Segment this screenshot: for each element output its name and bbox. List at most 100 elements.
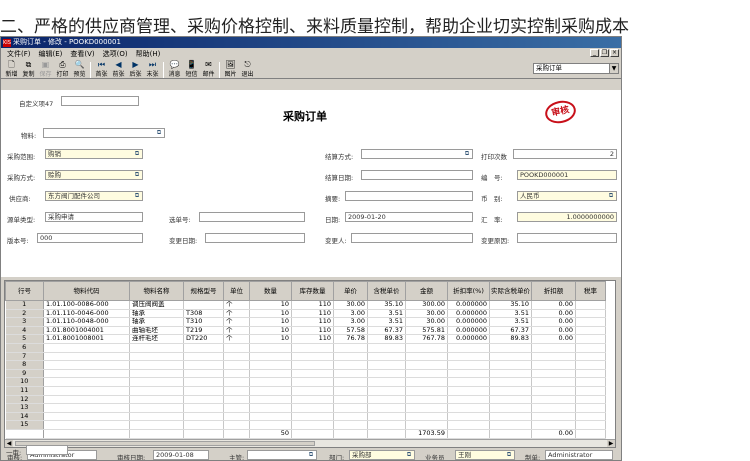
table-row[interactable]: 7 (5, 352, 606, 362)
table-cell[interactable] (291, 403, 334, 413)
table-cell[interactable] (291, 412, 334, 422)
table-cell[interactable]: 300.00 (405, 300, 448, 310)
table-cell[interactable]: 30.00 (405, 317, 448, 327)
column-header[interactable]: 折扣率(%) (447, 281, 490, 301)
menu-view[interactable]: 查看(V) (66, 49, 98, 59)
table-cell[interactable] (183, 343, 224, 353)
print-button[interactable]: ⎙ 打印 (54, 59, 71, 78)
table-cell[interactable] (291, 360, 334, 370)
column-header[interactable]: 税率 (575, 281, 606, 301)
table-cell[interactable] (333, 395, 368, 405)
table-cell[interactable]: 调压阀阀盖 (129, 300, 184, 310)
column-header[interactable]: 行号 (5, 281, 44, 301)
table-cell[interactable]: 0.000000 (447, 309, 490, 319)
table-cell[interactable]: 曲轴毛坯 (129, 326, 184, 336)
table-cell[interactable] (447, 352, 490, 362)
table-cell[interactable] (129, 403, 184, 413)
table-cell[interactable] (447, 377, 490, 387)
table-cell[interactable] (249, 360, 292, 370)
mail-button[interactable]: ✉ 邮件 (200, 59, 217, 78)
table-cell[interactable]: 110 (291, 309, 334, 319)
table-cell[interactable] (183, 369, 224, 379)
rate-field[interactable]: 1.0000000000 (517, 212, 617, 222)
table-cell[interactable]: 0.00 (531, 317, 576, 327)
manager-field[interactable]: ⧉ (247, 450, 317, 460)
table-cell[interactable] (43, 412, 130, 422)
table-cell[interactable]: 35.10 (367, 300, 406, 310)
table-cell[interactable] (43, 369, 130, 379)
table-cell[interactable] (333, 412, 368, 422)
table-cell[interactable]: 个 (223, 334, 250, 344)
restore-icon[interactable]: ❐ (600, 49, 609, 57)
table-cell[interactable]: 0.000000 (447, 326, 490, 336)
table-cell[interactable] (489, 412, 532, 422)
column-header[interactable]: 含税单价 (367, 281, 406, 301)
table-cell[interactable] (489, 360, 532, 370)
column-header[interactable]: 单价 (333, 281, 368, 301)
table-cell[interactable]: 3.00 (333, 309, 368, 319)
table-cell[interactable]: 0.00 (531, 309, 576, 319)
doc-type-select[interactable]: 采购订单 ▼ (533, 63, 619, 74)
table-cell[interactable] (447, 420, 490, 430)
menu-edit[interactable]: 编辑(E) (35, 49, 67, 59)
table-cell[interactable] (447, 403, 490, 413)
column-header[interactable]: 物料名称 (129, 281, 184, 301)
table-cell[interactable] (43, 343, 130, 353)
table-row[interactable]: 3 1.01.110-0048-000 轴承 T310 个 10 110 3.00 3.51 30… (5, 317, 606, 327)
table-cell[interactable] (489, 343, 532, 353)
table-cell[interactable]: 个 (223, 309, 250, 319)
table-cell[interactable] (223, 377, 250, 387)
table-cell[interactable] (575, 420, 606, 430)
table-cell[interactable] (129, 395, 184, 405)
table-cell[interactable]: 76.78 (333, 334, 368, 344)
table-cell[interactable]: 轴承 (129, 309, 184, 319)
table-cell[interactable] (249, 386, 292, 396)
table-cell[interactable] (489, 369, 532, 379)
first-button[interactable]: ⏮ 首张 (93, 59, 110, 78)
table-cell[interactable] (531, 360, 576, 370)
table-cell[interactable] (43, 403, 130, 413)
table-cell[interactable] (405, 395, 448, 405)
lookup-icon[interactable]: ⧉ (462, 150, 472, 158)
table-cell[interactable]: 1.01.110-0046-000 (43, 309, 130, 319)
table-cell[interactable] (367, 360, 406, 370)
column-header[interactable]: 库存数量 (291, 281, 334, 301)
table-cell[interactable] (129, 420, 184, 430)
table-cell[interactable] (183, 420, 224, 430)
table-cell[interactable] (129, 369, 184, 379)
table-cell[interactable] (575, 403, 606, 413)
table-cell[interactable] (575, 326, 606, 336)
table-cell[interactable] (447, 386, 490, 396)
table-cell[interactable] (405, 386, 448, 396)
table-cell[interactable]: 10 (249, 300, 292, 310)
table-cell[interactable] (333, 377, 368, 387)
table-cell[interactable]: 0.000000 (447, 317, 490, 327)
table-cell[interactable] (291, 386, 334, 396)
menu-file[interactable]: 文件(F) (3, 49, 35, 59)
table-cell[interactable]: 30.00 (333, 300, 368, 310)
dept-field[interactable]: 采购部 ⧉ (349, 450, 415, 460)
table-cell[interactable]: 0.000000 (447, 300, 490, 310)
table-cell[interactable] (575, 300, 606, 310)
lookup-icon[interactable]: ⧉ (132, 171, 142, 179)
table-cell[interactable] (405, 352, 448, 362)
doc-no-field[interactable]: POOKD000001 (517, 170, 617, 180)
table-cell[interactable] (223, 360, 250, 370)
table-cell[interactable] (447, 369, 490, 379)
table-cell[interactable] (183, 360, 224, 370)
table-cell[interactable] (575, 352, 606, 362)
table-cell[interactable]: 10 (249, 326, 292, 336)
table-cell[interactable] (183, 403, 224, 413)
table-cell[interactable] (183, 412, 224, 422)
table-cell[interactable]: T308 (183, 309, 224, 319)
table-cell[interactable] (223, 420, 250, 430)
table-cell[interactable] (43, 352, 130, 362)
column-header[interactable]: 单位 (223, 281, 250, 301)
table-cell[interactable] (489, 403, 532, 413)
table-row[interactable]: 5 1.01.8001008001 连杆毛坯 DT220 个 10 110 76.78 89.8… (5, 334, 606, 344)
table-cell[interactable] (333, 360, 368, 370)
table-cell[interactable] (183, 377, 224, 387)
table-cell[interactable] (367, 386, 406, 396)
table-cell[interactable] (447, 412, 490, 422)
preview-button[interactable]: 🔍 预览 (71, 59, 88, 78)
